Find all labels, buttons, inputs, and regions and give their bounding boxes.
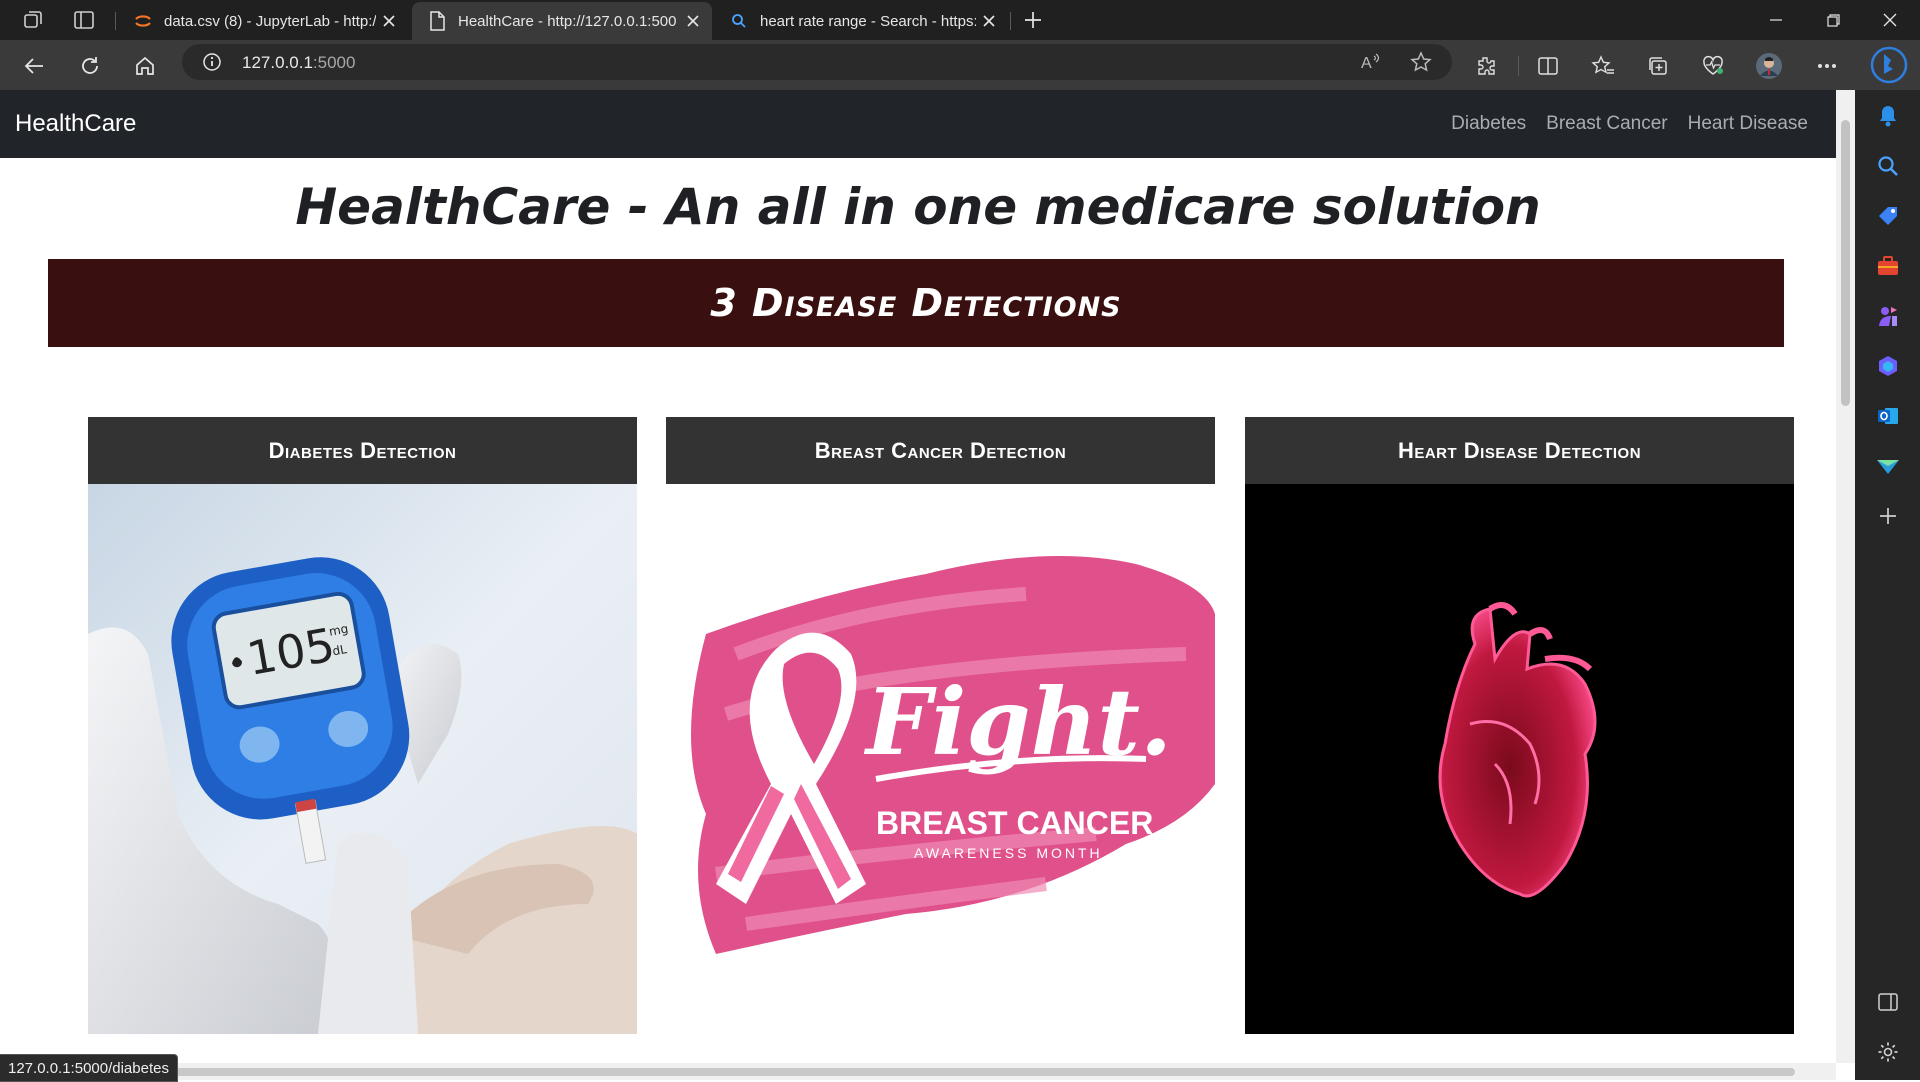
url-text: 127.0.0.1:5000 (242, 53, 355, 73)
extensions-icon[interactable] (1471, 51, 1501, 81)
meter-unit-bottom: dL (331, 642, 348, 658)
tab-search[interactable]: heart rate range - Search - https: (714, 2, 1008, 40)
outlook-icon[interactable] (1874, 402, 1902, 430)
tab-title: heart rate range - Search - https: (760, 12, 976, 30)
horizontal-scrollbar-track[interactable] (0, 1063, 1836, 1080)
url-port: :5000 (312, 53, 356, 72)
edge-sidebar (1855, 90, 1920, 1080)
pink-ribbon-image[interactable]: Fight. BREAST CANCER AWARENESS MONTH (666, 484, 1215, 1034)
browser-essentials-icon[interactable] (1698, 51, 1728, 81)
restore-icon[interactable] (1805, 0, 1861, 40)
close-tab-icon[interactable] (976, 8, 1002, 34)
copilot-sidebar-icon[interactable] (1874, 352, 1902, 380)
search-icon (728, 10, 750, 32)
close-window-icon[interactable] (1862, 0, 1918, 40)
games-icon[interactable] (1874, 302, 1902, 330)
drop-icon[interactable] (1874, 452, 1902, 480)
new-tab-icon[interactable] (1020, 7, 1046, 33)
heart-image[interactable] (1245, 484, 1794, 1034)
favorite-star-icon[interactable] (1410, 51, 1432, 78)
minimize-icon[interactable] (1748, 0, 1804, 40)
card-title: Heart Disease Detection (1397, 437, 1642, 463)
split-screen-icon[interactable] (1533, 51, 1563, 81)
read-aloud-icon[interactable]: A (1360, 52, 1382, 77)
vertical-scroll-thumb[interactable] (1841, 120, 1850, 406)
card-title: Diabetes Detection (268, 437, 457, 463)
notifications-icon[interactable] (1874, 102, 1902, 130)
horizontal-scroll-thumb[interactable] (170, 1068, 1795, 1076)
nav-links: Diabetes Breast Cancer Heart Disease (1451, 113, 1808, 135)
close-tab-icon[interactable] (680, 8, 706, 34)
card-header: Breast Cancer Detection (666, 417, 1215, 484)
nav-link-breast-cancer[interactable]: Breast Cancer (1546, 113, 1667, 135)
page-icon (426, 10, 448, 32)
tab-jupyterlab[interactable]: data.csv (8) - JupyterLab - http:// (118, 2, 408, 40)
tools-briefcase-icon[interactable] (1874, 252, 1902, 280)
heart-disease-card[interactable]: Heart Disease Detection (1245, 417, 1794, 1034)
breast-cancer-card[interactable]: Breast Cancer Detection Fight. BREAST CA… (666, 417, 1215, 1034)
profile-avatar[interactable] (1754, 51, 1784, 81)
glucometer-image[interactable]: 105 mg dL (88, 484, 637, 1034)
card-header: Heart Disease Detection (1245, 417, 1794, 484)
refresh-icon[interactable] (75, 51, 105, 81)
back-icon[interactable] (19, 51, 49, 81)
collections-icon[interactable] (1643, 51, 1673, 81)
tab-title: data.csv (8) - JupyterLab - http:// (164, 12, 376, 30)
svg-text:A: A (1361, 55, 1372, 72)
jupyter-icon (132, 10, 154, 32)
nav-link-heart-disease[interactable]: Heart Disease (1688, 113, 1808, 135)
site-brand[interactable]: HealthCare (15, 110, 136, 138)
nav-link-diabetes[interactable]: Diabetes (1451, 113, 1526, 135)
add-sidebar-app-icon[interactable] (1874, 502, 1902, 530)
toolbar-separator (1518, 56, 1519, 76)
overlay-awareness: AWARENESS MONTH (914, 845, 1103, 861)
tab-bar: data.csv (8) - JupyterLab - http:// Heal… (0, 0, 1920, 40)
close-tab-icon[interactable] (376, 8, 402, 34)
copilot-icon[interactable] (1869, 45, 1909, 85)
shopping-tag-icon[interactable] (1874, 202, 1902, 230)
banner-text: 3 Disease Detections (710, 281, 1122, 325)
card-header: Diabetes Detection (88, 417, 637, 484)
more-options-icon[interactable] (1812, 51, 1842, 81)
tab-separator (115, 12, 116, 30)
site-info-icon[interactable] (202, 52, 222, 77)
status-url-bar: 127.0.0.1:5000/diabetes (0, 1054, 178, 1082)
favorites-icon[interactable] (1588, 51, 1618, 81)
tab-healthcare[interactable]: HealthCare - http://127.0.0.1:500 (412, 2, 712, 40)
card-title: Breast Cancer Detection (814, 437, 1067, 463)
tab-separator (1010, 12, 1011, 30)
page-viewport: HealthCare Diabetes Breast Cancer Heart … (0, 90, 1836, 1063)
diabetes-card[interactable]: Diabetes Detection 105 mg dL (88, 417, 637, 1034)
url-host: 127.0.0.1 (242, 53, 313, 72)
site-navbar: HealthCare Diabetes Breast Cancer Heart … (0, 90, 1836, 158)
overlay-breast-cancer: BREAST CANCER (876, 805, 1153, 841)
address-bar[interactable]: 127.0.0.1:5000 A (182, 44, 1452, 80)
tab-title: HealthCare - http://127.0.0.1:500 (458, 12, 677, 30)
search-sidebar-icon[interactable] (1874, 152, 1902, 180)
tab-actions-icon[interactable] (71, 7, 97, 33)
workspaces-icon[interactable] (20, 7, 46, 33)
browser-toolbar: 127.0.0.1:5000 A (0, 40, 1920, 90)
hide-sidebar-icon[interactable] (1874, 988, 1902, 1016)
sidebar-settings-icon[interactable] (1874, 1038, 1902, 1066)
home-icon[interactable] (130, 51, 160, 81)
page-title: HealthCare - An all in one medicare solu… (295, 178, 1541, 236)
detections-banner: 3 Disease Detections (48, 259, 1784, 347)
vertical-scrollbar[interactable] (1836, 90, 1855, 1063)
